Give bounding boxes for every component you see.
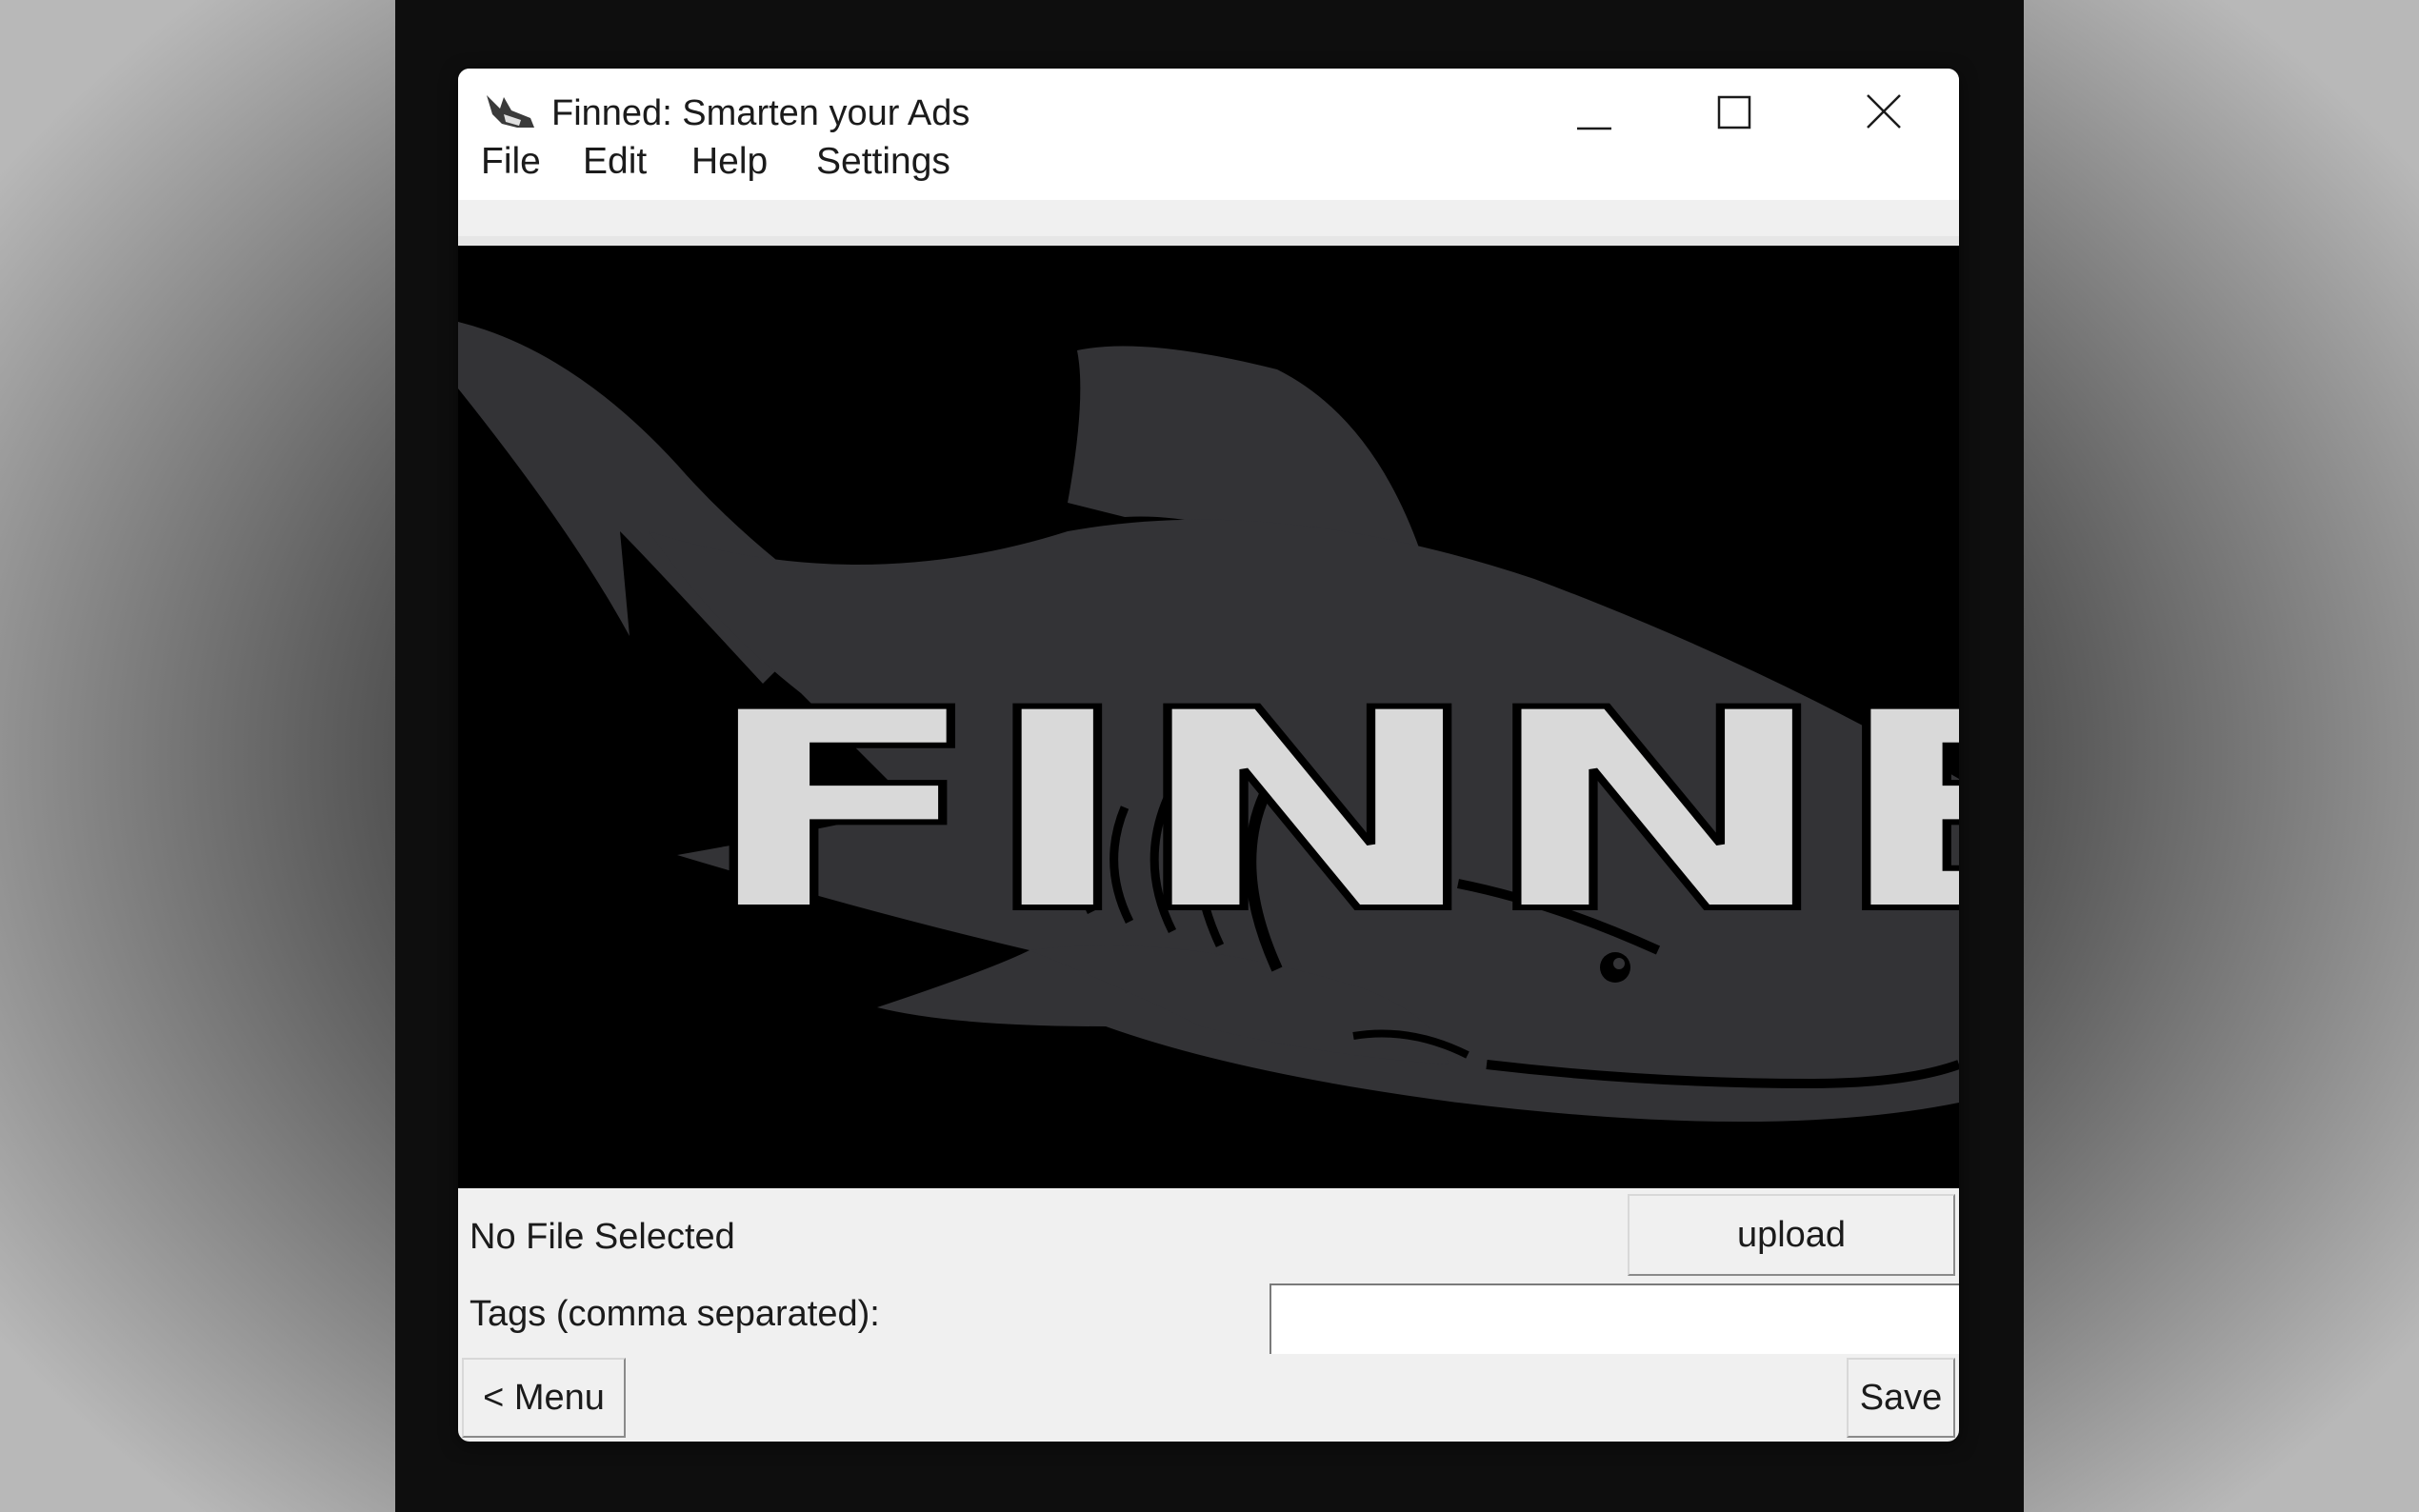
menu-settings[interactable]: Settings xyxy=(816,141,950,183)
menu-file[interactable]: File xyxy=(481,141,541,183)
banner-logo-text: FINNED xyxy=(694,652,1959,973)
save-button[interactable]: Save xyxy=(1847,1358,1955,1438)
menu-edit[interactable]: Edit xyxy=(583,141,647,183)
upload-button[interactable]: upload xyxy=(1628,1194,1955,1276)
tags-label: Tags (comma separated): xyxy=(470,1294,880,1334)
tags-input[interactable] xyxy=(1269,1283,1959,1354)
finned-banner: FINNED xyxy=(458,236,1959,1188)
maximize-icon xyxy=(1717,95,1751,129)
close-button[interactable] xyxy=(1841,82,1927,149)
menu-help[interactable]: Help xyxy=(691,141,768,183)
back-to-menu-button[interactable]: < Menu xyxy=(462,1358,626,1438)
file-status-label: No File Selected xyxy=(470,1217,735,1257)
window-title: Finned: Smarten your Ads xyxy=(551,93,970,133)
title-bar: Finned: Smarten your Ads xyxy=(458,69,1959,164)
app-window: Finned: Smarten your Ads File Edit Help … xyxy=(458,69,1959,1442)
shark-fin-icon xyxy=(483,90,536,139)
shark-logo-image: FINNED xyxy=(458,322,1959,1122)
menu-bar xyxy=(458,164,1959,200)
maximize-button[interactable] xyxy=(1694,82,1780,149)
close-icon xyxy=(1867,94,1901,129)
minimize-button[interactable] xyxy=(1551,82,1637,149)
minimize-icon xyxy=(1577,127,1611,130)
